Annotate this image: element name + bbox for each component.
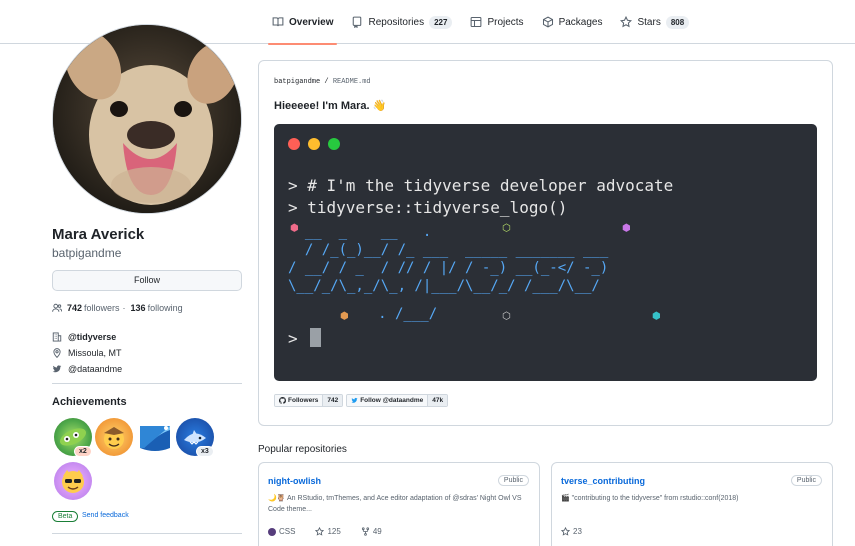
github-icon bbox=[279, 397, 286, 404]
repo-language: CSS bbox=[268, 527, 305, 536]
follow-button[interactable]: Follow bbox=[52, 270, 242, 291]
achievement-starstruck-icon[interactable] bbox=[95, 418, 133, 456]
visibility-badge: Public bbox=[497, 475, 529, 486]
beta-label: Beta bbox=[52, 511, 79, 522]
shield-label: Follow @dataandme bbox=[347, 395, 428, 406]
tab-packages[interactable]: Packages bbox=[534, 0, 611, 44]
tab-stars[interactable]: Stars 808 bbox=[612, 0, 697, 44]
tab-label: Overview bbox=[289, 16, 334, 28]
hex-icon: ⬡ bbox=[502, 311, 511, 322]
repo-name-link[interactable]: tverse_contributing bbox=[561, 476, 645, 486]
achievement-count: x3 bbox=[196, 446, 214, 457]
following-count[interactable]: 136 bbox=[131, 303, 146, 313]
logo-line: __ _ __ . bbox=[288, 224, 474, 240]
tab-label: Projects bbox=[487, 16, 524, 28]
popular-repos-title: Popular repositories bbox=[258, 444, 347, 455]
readme-file[interactable]: README.md bbox=[333, 78, 371, 86]
achievement-yolo-icon[interactable] bbox=[54, 462, 92, 500]
repo-description: 🎬 "contributing to the tidyverse" from r… bbox=[561, 495, 739, 502]
repo-card: night-owlish Public 🌙🦉 An RStudio, tmThe… bbox=[258, 462, 540, 546]
readme-owner[interactable]: batpigandme bbox=[274, 78, 320, 86]
logo-line: / /_(_)__/ /_ ___ _____ _______ ___ bbox=[288, 242, 609, 258]
readme-path: batpigandme / README.md bbox=[274, 78, 371, 86]
organization-icon bbox=[52, 331, 62, 342]
repo-meta: 23 bbox=[561, 527, 602, 536]
sidebar-divider bbox=[52, 383, 242, 384]
terminal-window: > # I'm the tidyverse developer advocate… bbox=[274, 124, 817, 381]
hex-icon: ⬢ bbox=[290, 223, 299, 234]
send-feedback-link[interactable]: Send feedback bbox=[82, 512, 129, 519]
tab-count: 227 bbox=[429, 15, 453, 29]
follow-separator: · bbox=[122, 303, 126, 313]
terminal-line: > tidyverse::tidyverse_logo() bbox=[288, 198, 568, 217]
tab-label: Stars bbox=[637, 16, 661, 28]
fork-icon bbox=[361, 527, 369, 536]
twitter-shield[interactable]: Follow @dataandme 47k bbox=[346, 394, 449, 407]
logo-line: . /___/ bbox=[336, 306, 438, 322]
repo-description: 🌙🦉 An RStudio, tmThemes, and Ace editor … bbox=[268, 495, 522, 513]
tab-projects[interactable]: Projects bbox=[462, 0, 531, 44]
terminal-cursor bbox=[310, 328, 321, 347]
followers-label[interactable]: followers bbox=[84, 303, 120, 313]
book-icon bbox=[272, 16, 284, 28]
tab-count: 808 bbox=[665, 15, 690, 29]
shield-value: 47k bbox=[427, 395, 448, 406]
star-icon bbox=[561, 527, 570, 536]
achievement-count: x2 bbox=[74, 446, 92, 457]
following-label[interactable]: following bbox=[148, 303, 183, 313]
followers-count[interactable]: 742 bbox=[67, 303, 82, 313]
sidebar-divider bbox=[52, 533, 242, 534]
profile-location: Missoula, MT bbox=[52, 345, 122, 360]
tab-repositories[interactable]: Repositories 227 bbox=[343, 0, 460, 44]
profile-name: Mara Averick bbox=[52, 226, 145, 243]
star-icon bbox=[620, 16, 633, 28]
maximize-dot bbox=[328, 138, 340, 150]
logo-line: \__/_/\_,_/\_, /|___/\__/_/ /___/\__/ bbox=[288, 278, 600, 294]
tab-label: Packages bbox=[558, 16, 603, 28]
terminal-line: > # I'm the tidyverse developer advocate bbox=[288, 176, 674, 195]
repo-name-link[interactable]: night-owlish bbox=[268, 476, 321, 486]
achievements-title: Achievements bbox=[52, 396, 127, 408]
twitter-icon bbox=[351, 397, 358, 404]
profile-readme: batpigandme / README.md Hieeeee! I'm Mar… bbox=[258, 60, 833, 426]
shield-value: 742 bbox=[322, 395, 343, 406]
repo-stars[interactable]: 125 bbox=[315, 527, 350, 536]
tab-overview[interactable]: Overview bbox=[264, 0, 341, 45]
repo-meta: CSS 125 49 bbox=[268, 527, 402, 536]
table-icon bbox=[470, 16, 482, 28]
profile-login: batpigandme bbox=[52, 246, 122, 260]
hex-icon: ⬢ bbox=[652, 311, 661, 322]
profile-twitter[interactable]: @dataandme bbox=[52, 361, 122, 376]
location-icon bbox=[52, 347, 62, 358]
readme-heading: Hieeeee! I'm Mara. 👋 bbox=[274, 100, 387, 112]
terminal-prompt: > bbox=[288, 329, 298, 348]
hex-icon: ⬢ bbox=[622, 223, 631, 234]
repo-icon bbox=[351, 16, 363, 28]
people-icon bbox=[52, 303, 62, 313]
repo-card: tverse_contributing Public 🎬 "contributi… bbox=[551, 462, 833, 546]
profile-details: @tidyverse Missoula, MT @dataandme bbox=[52, 329, 122, 377]
hex-icon: ⬢ bbox=[340, 311, 349, 322]
package-icon bbox=[542, 16, 554, 28]
repo-forks[interactable]: 49 bbox=[361, 527, 392, 536]
shield-badges: Followers 742 Follow @dataandme 47k bbox=[274, 394, 451, 407]
avatar[interactable] bbox=[52, 24, 242, 214]
tab-label: Repositories bbox=[368, 16, 425, 28]
profile-org[interactable]: @tidyverse bbox=[52, 329, 122, 344]
language-color-dot bbox=[268, 527, 276, 536]
shield-label: Followers bbox=[275, 395, 323, 406]
follow-stats: 742 followers · 136 following bbox=[52, 303, 183, 313]
twitter-icon bbox=[52, 364, 62, 374]
close-dot bbox=[288, 138, 300, 150]
achievement-arctic-code-vault-icon[interactable] bbox=[136, 418, 174, 456]
minimize-dot bbox=[308, 138, 320, 150]
star-icon bbox=[315, 527, 325, 536]
followers-shield[interactable]: Followers 742 bbox=[274, 394, 344, 407]
visibility-badge: Public bbox=[790, 475, 822, 486]
logo-line: / __/ / _ / // / |/ / -_) __(_-</ -_) bbox=[288, 260, 609, 276]
repo-stars[interactable]: 23 bbox=[561, 527, 592, 536]
hex-icon: ⬡ bbox=[502, 223, 511, 234]
profile-page: Overview Repositories 227 Projects Packa… bbox=[0, 0, 855, 546]
